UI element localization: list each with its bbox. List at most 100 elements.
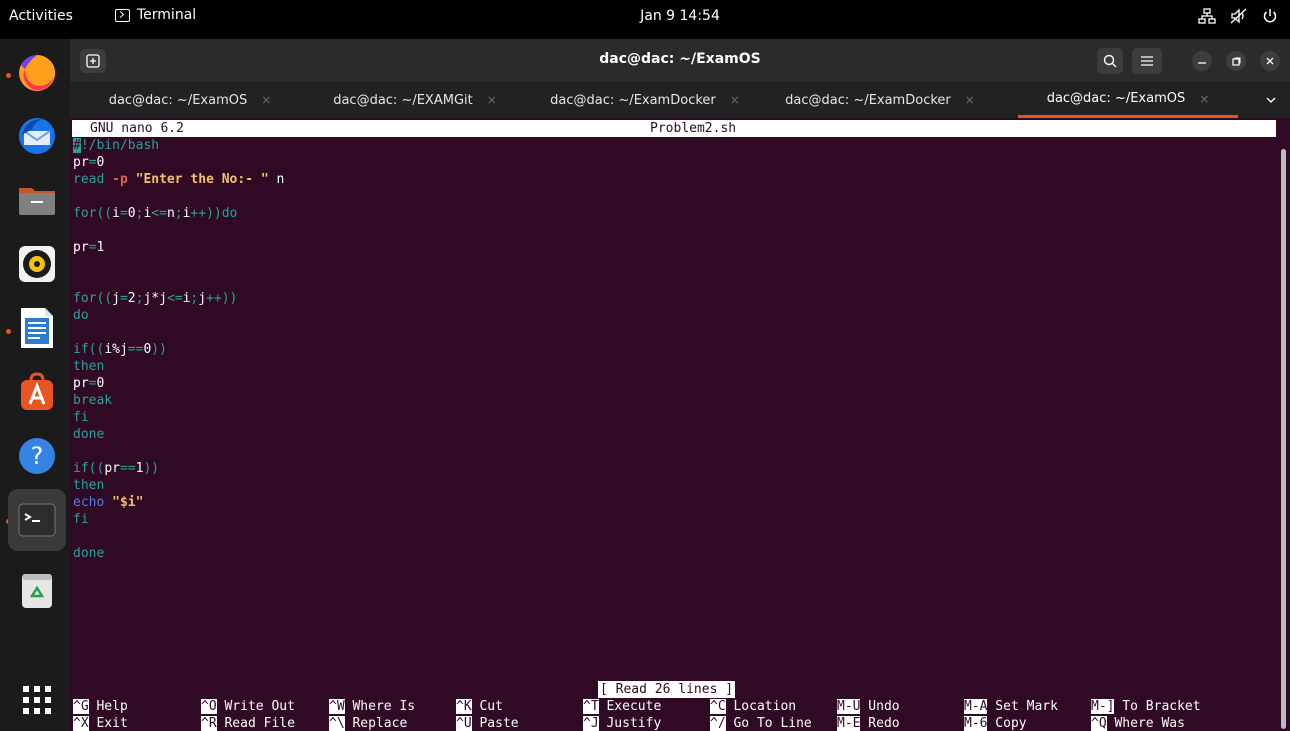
help-icon[interactable]: ? (15, 434, 59, 478)
running-indicator (6, 329, 11, 334)
code-line: if((i%j==0)) (73, 342, 167, 357)
tab-close-icon[interactable]: × (965, 93, 975, 107)
shortcut-item: ^\ Replace (329, 715, 407, 731)
new-tab-icon (86, 54, 100, 68)
tab-examdocker-2[interactable]: dac@dac: ~/ExamDocker × (770, 82, 990, 118)
code-line: pr=0 (73, 376, 105, 391)
tab-examdocker[interactable]: dac@dac: ~/ExamDocker × (535, 82, 755, 118)
tab-label: dac@dac: ~/ExamOS (1046, 91, 1186, 106)
shortcut-label: Set Mark (987, 699, 1058, 714)
shortcut-key: ^R (201, 716, 217, 731)
code-line: read -p "Enter the No:- " n (73, 172, 285, 187)
hamburger-menu-button[interactable] (1132, 48, 1162, 74)
shortcut-item: M-E Redo (837, 715, 900, 731)
tab-bar: dac@dac: ~/ExamOS × dac@dac: ~/EXAMGit ×… (70, 82, 1290, 118)
maximize-button[interactable] (1226, 51, 1246, 71)
trash-icon[interactable] (15, 568, 59, 612)
shortcut-label: Copy (987, 716, 1027, 731)
thunderbird-icon[interactable] (15, 114, 59, 158)
shortcut-key: ^W (329, 699, 345, 714)
activities-button[interactable]: Activities (9, 8, 73, 24)
tab-close-icon[interactable]: × (487, 93, 497, 107)
shortcut-label: Paste (471, 716, 519, 731)
shortcut-key: M-6 (964, 716, 988, 731)
code-line: pr=1 (73, 240, 105, 255)
shortcut-item: ^X Exit (73, 715, 128, 731)
code-line: then (73, 359, 105, 374)
code-line: fi (73, 410, 89, 425)
code-line: for((j=2;j*j<=i;j++)) (73, 291, 238, 306)
libreoffice-writer-icon[interactable] (15, 306, 59, 350)
nano-editor[interactable]: GNU nano 6.2 Problem2.sh #!/bin/bash pr=0… (70, 118, 1276, 731)
show-apps-icon[interactable] (15, 678, 59, 722)
tab-label: dac@dac: ~/ExamDocker (785, 92, 951, 108)
tab-close-icon[interactable]: × (730, 93, 740, 107)
shortcut-label: Read File (216, 716, 295, 731)
shortcut-key: ^O (201, 699, 217, 714)
firefox-icon[interactable] (15, 51, 59, 95)
shortcut-key: ^C (710, 699, 726, 714)
tab-label: dac@dac: ~/EXAMGit (333, 92, 473, 108)
shortcut-key: ^K (456, 699, 472, 714)
shortcut-item: ^J Justify (583, 715, 661, 731)
shortcut-key: M-] (1091, 699, 1115, 714)
top-bar: Activities Terminal Jan 9 14:54 (0, 0, 1290, 39)
editor-text-area[interactable]: #!/bin/bash pr=0 read -p "Enter the No:- "… (73, 137, 1263, 562)
code-line: do (73, 308, 89, 323)
rhythmbox-icon[interactable] (15, 242, 59, 286)
shortcut-key: ^U (456, 716, 472, 731)
shortcut-key: ^Q (1091, 716, 1107, 731)
shortcut-item: M-6 Copy (964, 715, 1027, 731)
restore-icon (1231, 57, 1240, 66)
files-icon[interactable] (15, 178, 59, 222)
volume-muted-icon (1230, 8, 1247, 24)
terminal-app-icon (115, 8, 130, 22)
chevron-down-icon[interactable] (1264, 93, 1278, 107)
shortcut-item: ^K Cut (456, 698, 503, 715)
search-button[interactable] (1097, 48, 1123, 74)
tab-examos-active[interactable]: dac@dac: ~/ExamOS × (1018, 82, 1238, 118)
code-line: then (73, 478, 105, 493)
shortcut-label: Where Is (344, 699, 416, 714)
shortcut-item: ^C Location (710, 698, 796, 715)
tab-label: dac@dac: ~/ExamOS (108, 92, 248, 108)
shortcut-item: ^T Execute (583, 698, 661, 715)
shortcut-key: ^J (583, 716, 599, 731)
code-line: echo "$i" (73, 495, 144, 510)
app-center-icon[interactable] (15, 370, 59, 414)
app-menu[interactable]: Terminal (115, 7, 196, 23)
shortcut-item: ^W Where Is (329, 698, 415, 715)
code-line: done (73, 427, 105, 442)
code-line: fi (73, 512, 89, 527)
terminal-icon[interactable] (15, 498, 59, 542)
shortcut-label: To Bracket (1114, 699, 1201, 714)
shortcut-key: ^T (583, 699, 599, 714)
tab-close-icon[interactable]: × (1199, 92, 1209, 106)
minimize-button[interactable] (1192, 51, 1212, 71)
scrollbar[interactable] (1281, 149, 1286, 729)
window-titlebar[interactable]: dac@dac: ~/ExamOS (70, 39, 1290, 82)
shortcut-key: ^/ (710, 716, 726, 731)
shortcut-key: M-U (837, 699, 861, 714)
shortcut-label: Undo (860, 699, 900, 714)
code-line: pr=0 (73, 155, 105, 170)
tab-close-icon[interactable]: × (261, 93, 271, 107)
shortcut-item: M-U Undo (837, 698, 900, 715)
close-button[interactable] (1260, 51, 1280, 71)
shortcut-key: ^G (73, 699, 89, 714)
new-tab-button[interactable] (80, 49, 106, 73)
shortcut-label: Exit (88, 716, 128, 731)
clock[interactable]: Jan 9 14:54 (620, 8, 740, 24)
tab-examgit[interactable]: dac@dac: ~/EXAMGit × (305, 82, 525, 118)
code-line: break (73, 393, 113, 408)
system-tray[interactable] (1198, 8, 1278, 24)
code-line: done (73, 546, 105, 561)
shortcut-label: Help (88, 699, 128, 714)
tab-examos[interactable]: dac@dac: ~/ExamOS × (80, 82, 300, 118)
code-line: if((pr==1)) (73, 461, 160, 476)
shortcut-key: M-E (837, 716, 861, 731)
shortcut-item: ^U Paste (456, 715, 519, 731)
